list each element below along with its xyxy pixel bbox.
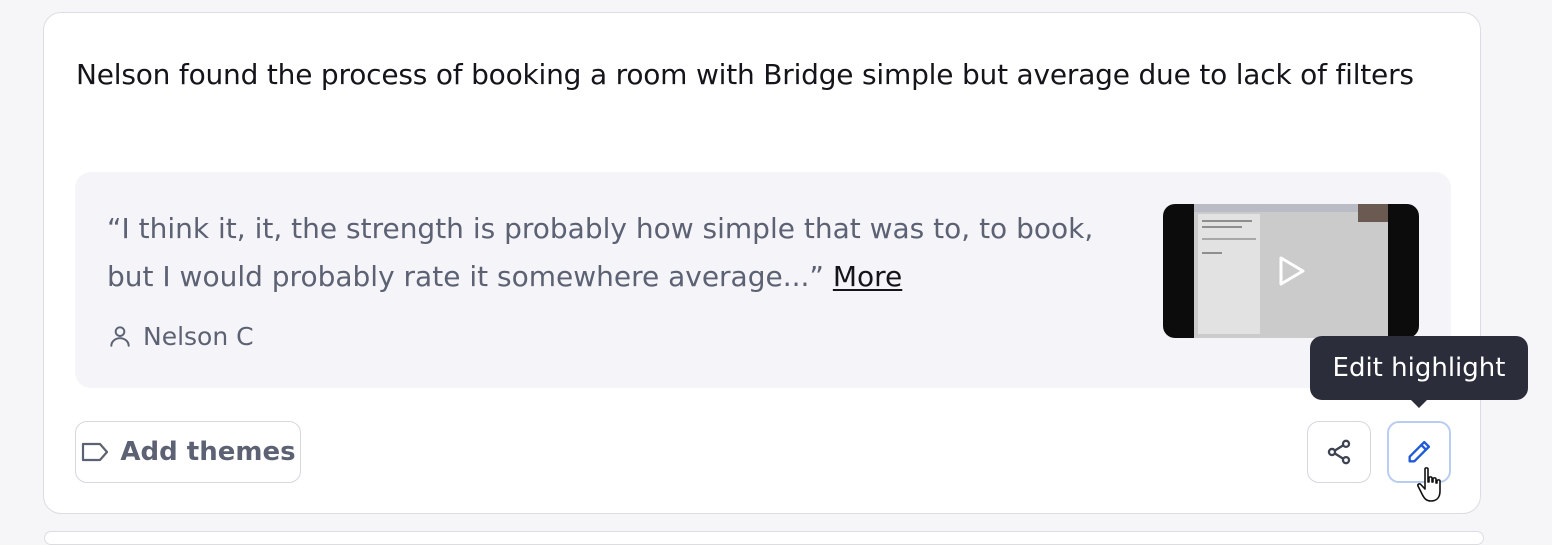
- quote-box: “I think it, it, the strength is probabl…: [75, 172, 1451, 388]
- edit-highlight-tooltip: Edit highlight: [1310, 336, 1528, 400]
- next-highlight-card: [44, 531, 1484, 545]
- quote-text: “I think it, it, the strength is probabl…: [107, 205, 1117, 301]
- highlight-card: Nelson found the process of booking a ro…: [43, 12, 1481, 514]
- share-icon: [1327, 439, 1351, 465]
- add-themes-label: Add themes: [120, 437, 296, 467]
- hand-cursor-icon: [1417, 467, 1441, 502]
- highlight-title: Nelson found the process of booking a ro…: [76, 58, 1414, 91]
- quote-body: “I think it, it, the strength is probabl…: [107, 212, 1094, 293]
- speaker: Nelson C: [107, 319, 254, 353]
- add-themes-button[interactable]: Add themes: [75, 421, 301, 483]
- tag-icon: [82, 442, 109, 462]
- share-button[interactable]: [1307, 421, 1371, 483]
- person-icon: [110, 326, 130, 347]
- speaker-name: Nelson C: [143, 321, 254, 351]
- pencil-icon: [1408, 440, 1431, 463]
- tooltip-arrow: [1409, 398, 1429, 408]
- play-icon: [1279, 256, 1305, 286]
- video-thumbnail[interactable]: [1163, 204, 1419, 338]
- more-link[interactable]: More: [833, 260, 902, 293]
